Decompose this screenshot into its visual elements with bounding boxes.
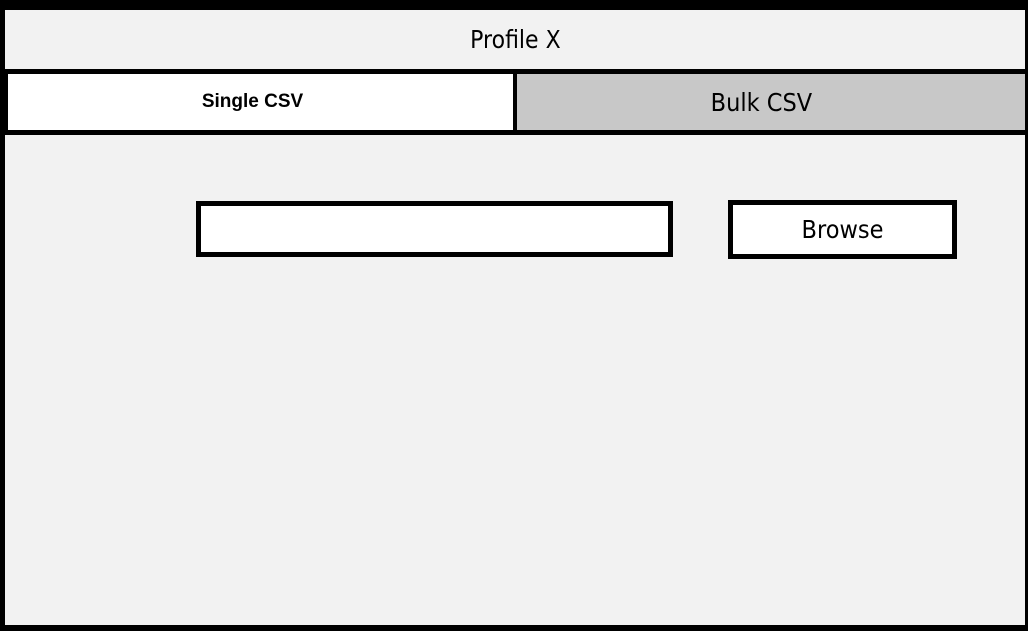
tab-single-csv[interactable]: Single CSV xyxy=(5,74,517,130)
browse-button-label: Browse xyxy=(801,215,884,244)
app-window: Profile X Single CSV Bulk CSV Browse xyxy=(0,0,1028,631)
file-path-input[interactable] xyxy=(196,201,673,257)
tab-single-csv-label: Single CSV xyxy=(201,91,304,112)
title-bar: Profile X xyxy=(5,10,1025,74)
window-title: Profile X xyxy=(469,25,561,54)
browse-button[interactable]: Browse xyxy=(728,200,957,259)
tab-bulk-csv-label: Bulk CSV xyxy=(710,87,812,117)
tab-bar: Single CSV Bulk CSV xyxy=(5,74,1025,135)
tab-bulk-csv[interactable]: Bulk CSV xyxy=(517,74,1025,130)
